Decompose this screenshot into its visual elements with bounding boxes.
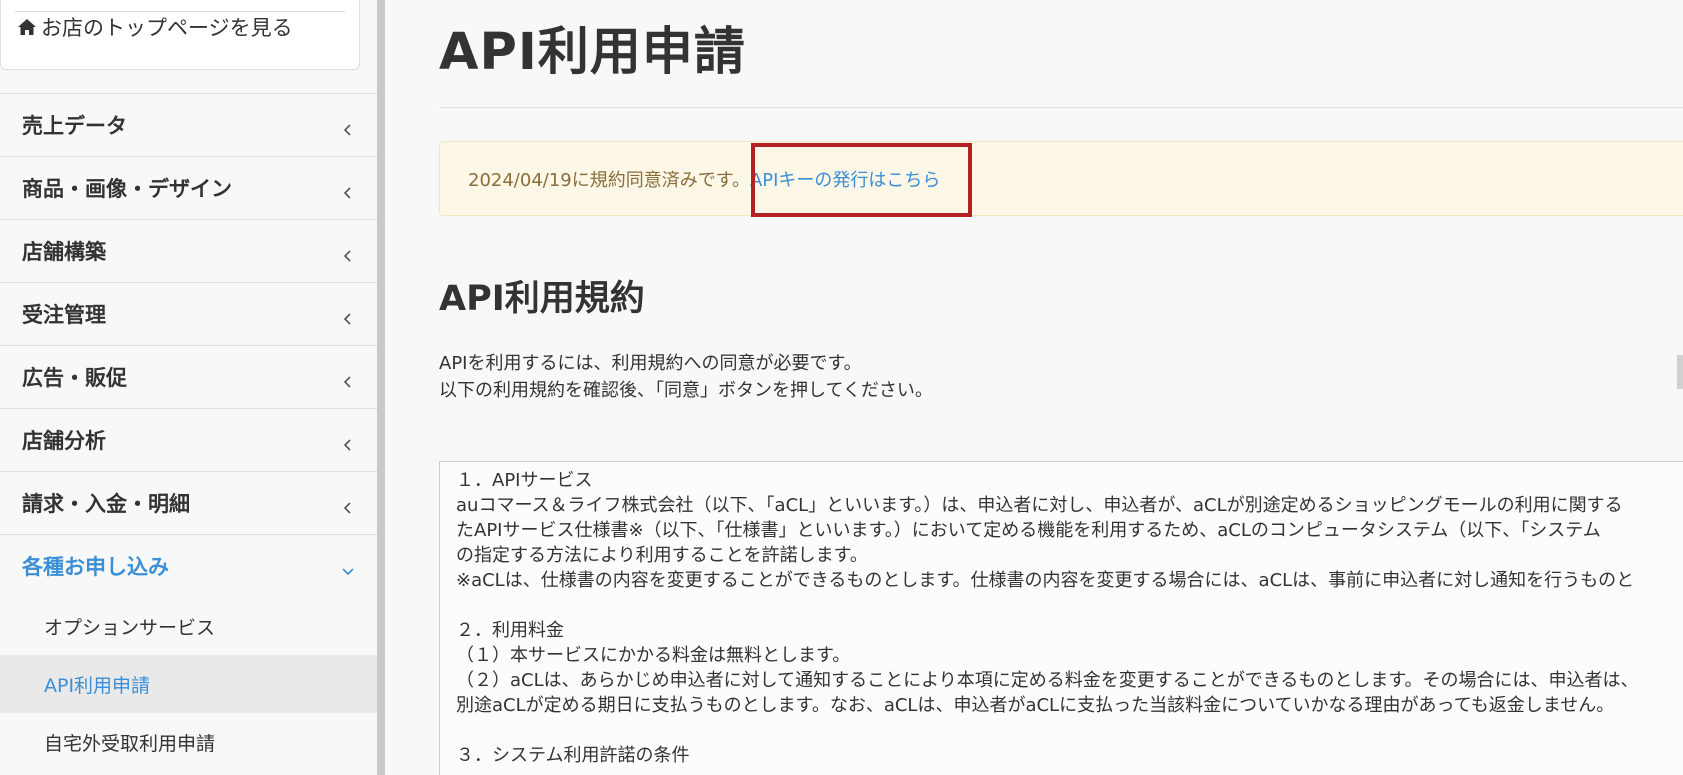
terms-line: auコマース＆ライフ株式会社（以下、「aCL」といいます。）は、申込者に対し、申… — [456, 495, 1623, 516]
sidebar-item-sales-data[interactable]: 売上データ — [0, 93, 377, 156]
sidebar-item-label: 店舗構築 — [22, 240, 106, 264]
terms-line: ３．システム利用許諾の条件 — [456, 745, 690, 766]
chevron-left-icon — [341, 181, 355, 199]
page-title: API利用申請 — [439, 23, 746, 82]
store-top-link-label: お店のトップページを見る — [41, 16, 293, 40]
terms-line: ※aCLは、仕様書の内容を変更することができるものとします。仕様書の内容を変更す… — [456, 570, 1635, 591]
sidebar-item-store-analytics[interactable]: 店舗分析 — [0, 408, 377, 471]
terms-line: （１）本サービスにかかる料金は無料とします。 — [456, 645, 851, 666]
page-scrollbar-thumb[interactable] — [1677, 355, 1683, 389]
chevron-left-icon — [341, 307, 355, 325]
sidebar-item-label: 広告・販促 — [22, 366, 127, 390]
sidebar-item-label: 商品・画像・デザイン — [22, 177, 232, 201]
terms-line: （２）aCLは、あらかじめ申込者に対して通知することにより本項に定める料金を変更… — [456, 670, 1639, 691]
agreement-notice: 2024/04/19に規約同意済みです。 APIキーの発行はこちら — [439, 141, 1683, 216]
sidebar-item-applications[interactable]: 各種お申し込み — [0, 534, 377, 597]
title-divider — [439, 107, 1683, 108]
chevron-left-icon — [341, 433, 355, 451]
terms-spacer — [456, 593, 1683, 618]
terms-line: ２．利用料金 — [456, 620, 564, 641]
sidebar-item-label: 店舗分析 — [22, 429, 106, 453]
sidebar-subitem-label: オプションサービス — [44, 616, 216, 639]
terms-line: の指定する方法により利用することを許諾します。 — [456, 545, 868, 566]
sidebar-subitem-api-application[interactable]: API利用申請 — [0, 655, 377, 713]
intro-text: APIを利用するには、利用規約への同意が必要です。 以下の利用規約を確認後、「同… — [439, 350, 933, 404]
terms-textarea[interactable]: １．APIサービス auコマース＆ライフ株式会社（以下、「aCL」といいます。）… — [439, 461, 1683, 775]
sidebar-item-ads-promotion[interactable]: 広告・販促 — [0, 345, 377, 408]
sidebar-item-label: 受注管理 — [22, 303, 106, 327]
chevron-left-icon — [341, 118, 355, 136]
sidebar-item-products-design[interactable]: 商品・画像・デザイン — [0, 156, 377, 219]
store-top-link[interactable]: お店のトップページを見る — [17, 15, 293, 40]
app-root: お店のトップページを見る 売上データ 商品・画像・デザイン 店舗構築 受注管理 … — [0, 0, 1683, 775]
terms-line: １．APIサービス — [456, 470, 593, 491]
sidebar-item-order-management[interactable]: 受注管理 — [0, 282, 377, 345]
sidebar-subitem-option-services[interactable]: オプションサービス — [0, 597, 377, 655]
chevron-down-icon — [341, 559, 355, 576]
terms-spacer — [456, 718, 1683, 743]
sidebar-subitem-label: API利用申請 — [44, 674, 151, 697]
sidebar-item-store-build[interactable]: 店舗構築 — [0, 219, 377, 282]
section-title: API利用規約 — [439, 279, 645, 319]
notice-text: 2024/04/19に規約同意済みです。 — [468, 169, 750, 191]
intro-line: 以下の利用規約を確認後、「同意」ボタンを押してください。 — [439, 380, 933, 401]
terms-line: たAPIサービス仕様書※（以下、「仕様書」といいます。）において定める機能を利用… — [456, 520, 1601, 541]
sidebar-scrollbar[interactable] — [377, 0, 385, 775]
chevron-left-icon — [341, 370, 355, 388]
sidebar-item-label: 請求・入金・明細 — [22, 492, 190, 516]
sidebar: お店のトップページを見る 売上データ 商品・画像・デザイン 店舗構築 受注管理 … — [0, 0, 378, 775]
terms-line: 別途aCLが定める期日に支払うものとします。なお、aCLは、申込者がaCLに支払… — [456, 695, 1615, 716]
chevron-left-icon — [341, 496, 355, 514]
sidebar-nav: 売上データ 商品・画像・デザイン 店舗構築 受注管理 広告・販促 店舗分析 請求… — [0, 93, 377, 771]
sidebar-item-billing[interactable]: 請求・入金・明細 — [0, 471, 377, 534]
issue-api-key-link[interactable]: APIキーの発行はこちら — [750, 166, 940, 192]
main-content: API利用申請 2024/04/19に規約同意済みです。 APIキーの発行はこち… — [385, 0, 1683, 775]
top-link-box: お店のトップページを見る — [0, 0, 360, 70]
sidebar-subnav: オプションサービス API利用申請 自宅外受取利用申請 — [0, 597, 377, 771]
home-icon — [17, 17, 37, 37]
chevron-left-icon — [341, 244, 355, 262]
intro-line: APIを利用するには、利用規約への同意が必要です。 — [439, 353, 862, 374]
sidebar-item-label: 売上データ — [22, 114, 127, 138]
sidebar-item-label: 各種お申し込み — [22, 555, 169, 579]
sidebar-subitem-offsite-pickup[interactable]: 自宅外受取利用申請 — [0, 713, 377, 771]
sidebar-subitem-label: 自宅外受取利用申請 — [44, 732, 216, 755]
